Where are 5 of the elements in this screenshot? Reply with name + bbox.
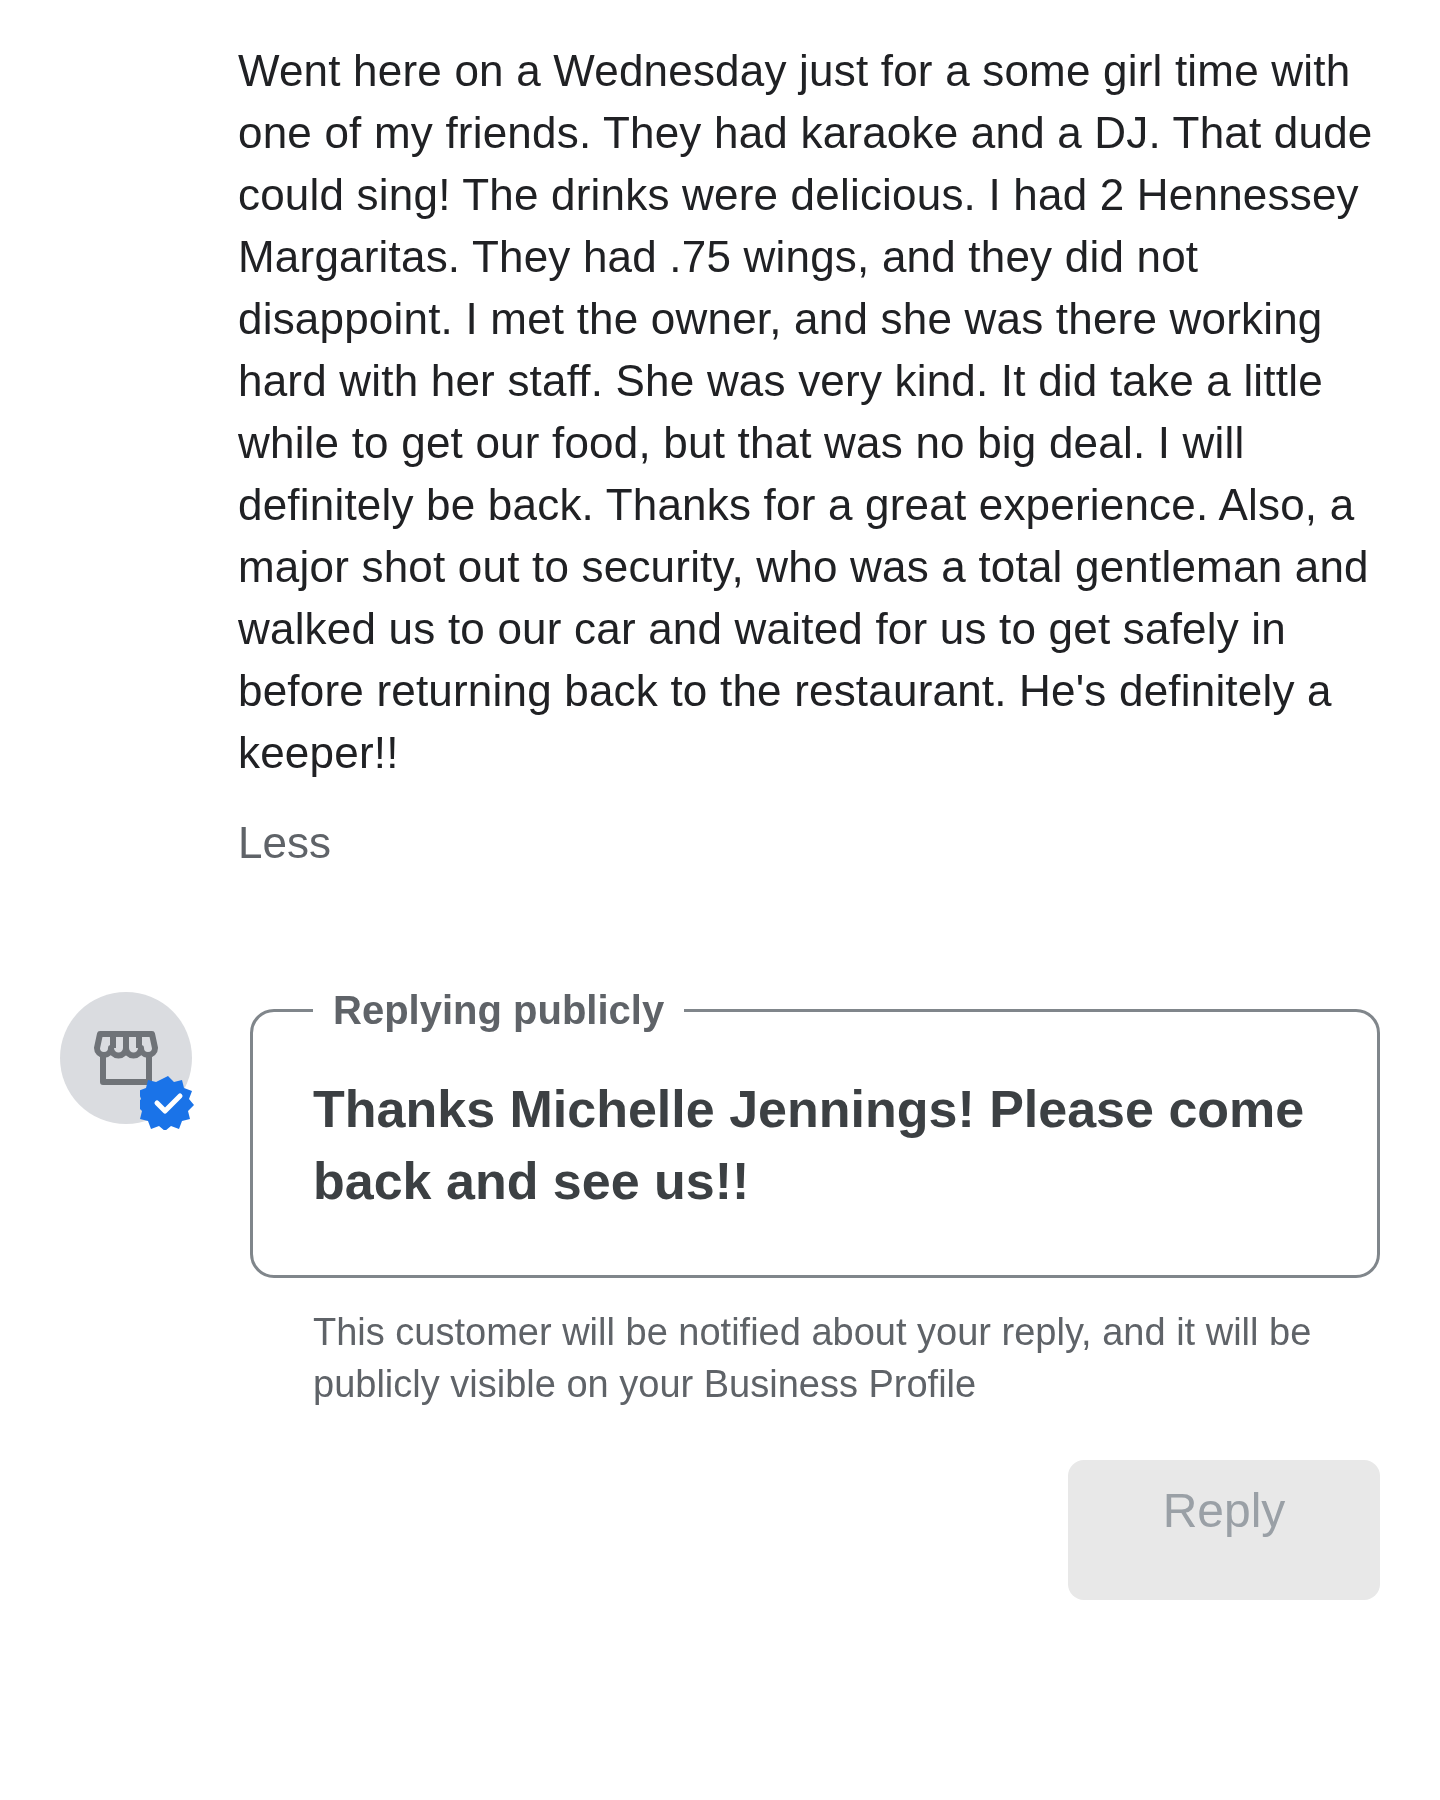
storefront-icon [94, 1030, 158, 1086]
review-text: Went here on a Wednesday just for a some girl time with one of my friends. They had karaoke and a DJ. That dude could sing! The drinks were delicious. I had 2 Hennessey Margaritas. They had .75 wings, and they did not disappoint. I met the owner, and she was there working hard with her staff. She was very kind. It did take a little while to get our food, but that was no big deal. I will definitely be back. Thanks for a great experience. Also, a major shot out to security, who was a total gentleman and walked us to our car and waited for us to get safely in before returning back to the restaurant. He's definitely a keeper!! [238, 45, 1374, 779]
less-link[interactable]: Less [238, 818, 331, 868]
field-label: Replying publicly [332, 988, 666, 1033]
helper-text: This customer will be notified about your reply, and it will be publicly visible on your Business Profile [313, 1310, 1313, 1407]
